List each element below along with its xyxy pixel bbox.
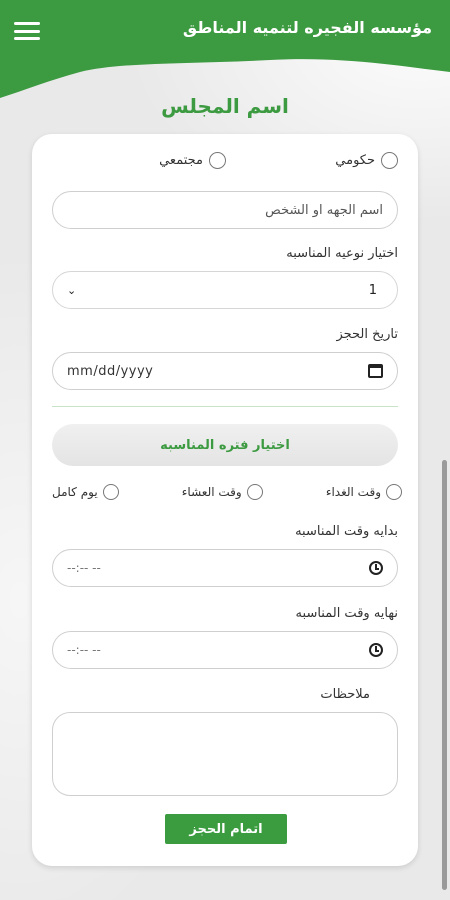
radio-button[interactable] — [386, 484, 402, 500]
date-placeholder: mm/dd/yyyy — [67, 363, 154, 379]
booking-form-card: حكومي مجتمعي اسم الجهه او الشخص اختيار ن… — [32, 134, 418, 866]
app-title: مؤسسه الفجيره لتنميه المناطق — [182, 18, 432, 37]
start-time-input[interactable]: --:-- -- — [52, 549, 398, 587]
radio-button[interactable] — [102, 484, 119, 500]
scrollbar[interactable] — [442, 460, 447, 890]
clock-icon[interactable] — [369, 643, 383, 657]
section-divider — [52, 406, 398, 407]
event-type-select[interactable]: ⌄ 1 — [52, 271, 398, 309]
radio-option-dinner[interactable]: وقت العشاء — [182, 484, 263, 500]
chevron-down-icon: ⌄ — [67, 283, 77, 297]
radio-label-dinner: وقت العشاء — [181, 485, 242, 499]
clock-icon[interactable] — [369, 561, 383, 575]
radio-option-lunch[interactable]: وقت الغداء — [326, 484, 402, 500]
entity-name-placeholder: اسم الجهه او الشخص — [265, 202, 383, 218]
notes-textarea[interactable] — [52, 712, 398, 796]
hamburger-menu-icon[interactable] — [14, 22, 40, 40]
complete-booking-button[interactable]: اتمام الحجز — [165, 814, 287, 844]
radio-label-lunch: وقت الغداء — [325, 485, 381, 499]
radio-option-government[interactable]: حكومي — [335, 152, 398, 169]
radio-button[interactable] — [209, 152, 226, 169]
end-time-placeholder: --:-- -- — [67, 643, 101, 657]
radio-option-community[interactable]: مجتمعي — [159, 152, 226, 169]
event-type-value: 1 — [368, 282, 377, 298]
start-time-placeholder: --:-- -- — [67, 561, 101, 575]
end-time-label: نهايه وقت المناسبه — [295, 606, 398, 621]
start-time-label: بدايه وقت المناسبه — [295, 524, 398, 539]
select-period-button[interactable]: اختيار فتره المناسبه — [52, 424, 398, 466]
radio-label-government: حكومي — [335, 153, 375, 168]
radio-label-full-day: يوم كامل — [52, 485, 98, 499]
page-title: اسم المجلس — [161, 94, 289, 118]
radio-label-community: مجتمعي — [159, 153, 203, 168]
scrollbar-thumb[interactable] — [442, 460, 447, 890]
entity-name-input[interactable]: اسم الجهه او الشخص — [52, 191, 398, 229]
radio-button[interactable] — [246, 484, 263, 500]
radio-button[interactable] — [381, 152, 398, 169]
booking-date-label: تاريخ الحجز — [336, 327, 398, 342]
radio-option-full-day[interactable]: يوم كامل — [52, 484, 119, 500]
end-time-input[interactable]: --:-- -- — [52, 631, 398, 669]
calendar-icon[interactable] — [368, 364, 383, 378]
booking-date-input[interactable]: mm/dd/yyyy — [52, 352, 398, 390]
app-header: مؤسسه الفجيره لتنميه المناطق — [0, 0, 450, 100]
header-background — [0, 0, 450, 98]
event-type-label: اختيار نوعيه المناسبه — [286, 246, 398, 261]
notes-label: ملاحظات — [320, 687, 370, 702]
period-radio-group: وقت الغداء وقت العشاء يوم كامل — [52, 484, 402, 500]
